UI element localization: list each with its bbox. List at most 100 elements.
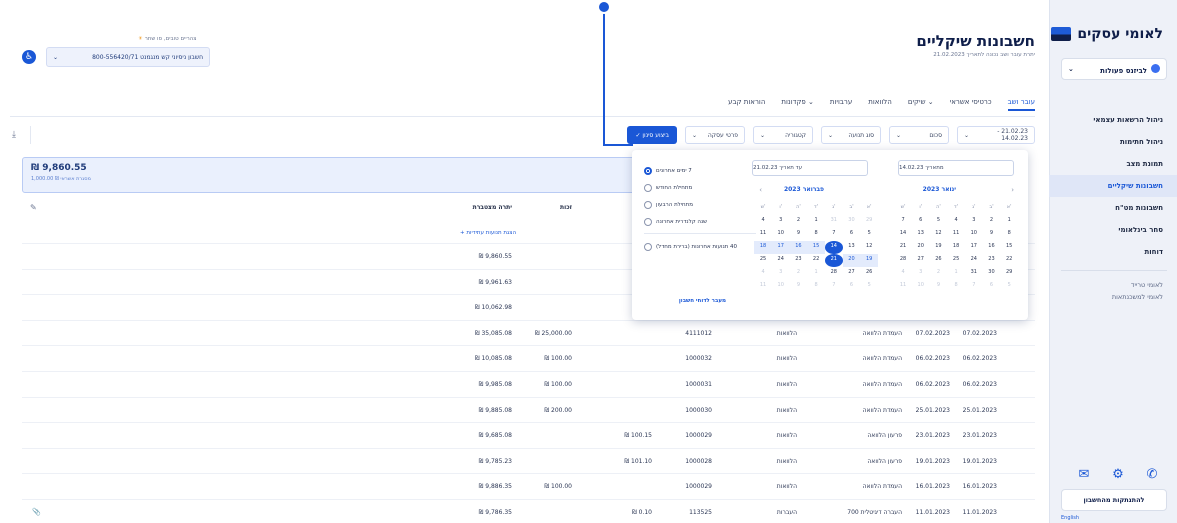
- calendar-day[interactable]: 15: [1000, 241, 1018, 254]
- table-row[interactable]: ₪ 9,885.08 ₪ 200.00 1000030 הלוואות העמדת הל…: [22, 396, 1035, 423]
- calendar-day[interactable]: 8: [807, 280, 825, 293]
- calendar-day[interactable]: 1: [807, 267, 825, 280]
- table-row[interactable]: ₪ 35,085.08 ₪ 25,000.00 4111012 הלוואות העמד…: [22, 319, 1035, 346]
- calendar-day[interactable]: 19: [860, 254, 878, 267]
- account-select[interactable]: חשבון ניסיוני קש מנגמנט 800-556420/71 ⌄: [46, 47, 210, 67]
- sidebar-item-permissions[interactable]: ניהול הרשאות עצמאי: [1049, 109, 1177, 131]
- calendar-day[interactable]: 4: [947, 215, 965, 228]
- calendar-day[interactable]: 1: [1000, 215, 1018, 228]
- to-date-input[interactable]: עד תאריך 21.02.23: [752, 160, 868, 176]
- attachment-icon[interactable]: 📎: [32, 508, 41, 516]
- calendar-day[interactable]: 2: [930, 267, 948, 280]
- calendar-day[interactable]: 2: [790, 267, 808, 280]
- calendar-day[interactable]: 3: [772, 215, 790, 228]
- calendar-day[interactable]: 22: [807, 254, 825, 267]
- tab-standing-orders[interactable]: הוראות קבע: [728, 98, 765, 111]
- tab-guarantees[interactable]: ערבויות: [830, 98, 852, 111]
- option-last-40[interactable]: 40 תנועות אחרונות (ברירת מחדל): [644, 237, 756, 257]
- calendar-day[interactable]: 7: [825, 280, 843, 293]
- calendar-day[interactable]: 9: [790, 228, 808, 241]
- download-icon[interactable]: ⤓: [12, 130, 16, 140]
- calendar-day[interactable]: 11: [754, 280, 772, 293]
- calendar-day[interactable]: 17: [965, 241, 983, 254]
- sidebar-item-reports[interactable]: דוחות: [1049, 241, 1177, 263]
- calendar-day[interactable]: 5: [860, 228, 878, 241]
- calendar-day[interactable]: 20: [842, 254, 861, 267]
- calendar-day[interactable]: 8: [1000, 228, 1018, 241]
- calendar-day[interactable]: 9: [983, 228, 1001, 241]
- details-filter[interactable]: פרטי עסקה ⌄: [685, 126, 745, 144]
- calendar-day[interactable]: 7: [894, 215, 912, 228]
- calendar-day[interactable]: 29: [1000, 267, 1018, 280]
- sidebar-link-trade[interactable]: לאומי טרייד: [1131, 281, 1163, 289]
- table-row[interactable]: ₪ 9,786.35 ₪ 0.10 113525 העברות העברה דיגיטל…: [22, 499, 1035, 523]
- calendar-day[interactable]: 14: [824, 241, 843, 254]
- calendar-day[interactable]: 21: [824, 254, 843, 267]
- calendar-day[interactable]: 28: [894, 254, 912, 267]
- tab-checking[interactable]: עובר ושב: [1007, 98, 1035, 111]
- calendar-day[interactable]: 13: [843, 241, 861, 254]
- tab-checks[interactable]: שיקים ⌄: [908, 98, 934, 111]
- calendar-day[interactable]: 31: [965, 267, 983, 280]
- option-quarter-start[interactable]: מתחילת הרבעון: [644, 196, 756, 213]
- tab-deposits[interactable]: פקדונות ⌄: [781, 98, 813, 111]
- calendar-day[interactable]: 23: [983, 254, 1001, 267]
- calendar-day[interactable]: 7: [965, 280, 983, 293]
- calendar-day[interactable]: 26: [930, 254, 948, 267]
- calendar-day[interactable]: 27: [912, 254, 930, 267]
- calendar-day[interactable]: 9: [790, 280, 808, 293]
- calendar-day[interactable]: 11: [947, 228, 965, 241]
- show-future-button[interactable]: + הצגת תנועות עתידיות: [460, 230, 516, 236]
- calendar-day[interactable]: 1: [947, 267, 965, 280]
- prev-month-icon[interactable]: ‹: [759, 186, 762, 194]
- tab-credit-cards[interactable]: כרטיסי אשראי: [950, 98, 992, 111]
- calendar-day[interactable]: 2: [790, 215, 808, 228]
- sidebar-item-snapshot[interactable]: תמונת מצב: [1049, 153, 1177, 175]
- calendar-day[interactable]: 27: [843, 267, 861, 280]
- calendar-day[interactable]: 3: [912, 267, 930, 280]
- calendar-day[interactable]: 18: [947, 241, 965, 254]
- calendar-day[interactable]: 18: [754, 241, 772, 254]
- date-range-filter[interactable]: 21.02.23 - 14.02.23 ⌄: [957, 126, 1035, 144]
- logo[interactable]: לאומי עסקים: [1051, 26, 1163, 42]
- calendar-day[interactable]: 6: [843, 280, 861, 293]
- calendar-day[interactable]: 30: [983, 267, 1001, 280]
- next-month-icon[interactable]: ›: [1011, 186, 1014, 194]
- sidebar-link-mortgage[interactable]: לאומי למשכנתאות: [1112, 293, 1163, 301]
- sidebar-item-fx-accounts[interactable]: חשבונות מט"ח: [1049, 197, 1177, 219]
- calendar-day[interactable]: 10: [772, 228, 790, 241]
- gear-icon[interactable]: ⚙: [1111, 468, 1125, 482]
- calendar-day[interactable]: 13: [912, 228, 930, 241]
- calendar-day[interactable]: 10: [912, 280, 930, 293]
- calendar-day[interactable]: 31: [825, 215, 843, 228]
- table-row[interactable]: ₪ 9,985.08 ₪ 100.00 1000031 הלוואות העמדת הל…: [22, 371, 1035, 397]
- calendar-day[interactable]: 30: [843, 215, 861, 228]
- calendar-day[interactable]: 8: [807, 228, 825, 241]
- amount-filter[interactable]: סכום ⌄: [889, 126, 949, 144]
- category-filter[interactable]: קטגוריה ⌄: [753, 126, 813, 144]
- calendar-day[interactable]: 10: [772, 280, 790, 293]
- calendar-day[interactable]: 20: [912, 241, 930, 254]
- calendar-day[interactable]: 4: [754, 267, 772, 280]
- calendar-day[interactable]: 6: [983, 280, 1001, 293]
- mail-icon[interactable]: ✉: [1077, 468, 1091, 482]
- calendar-day[interactable]: 3: [965, 215, 983, 228]
- from-date-input[interactable]: מתאריך 14.02.23: [898, 160, 1014, 176]
- apply-filter-button[interactable]: ביצוע סינון ✓: [627, 126, 677, 144]
- table-row[interactable]: ₪ 9,886.35 ₪ 100.00 1000029 הלוואות העמדת הל…: [22, 473, 1035, 499]
- sidebar-item-signatures[interactable]: ניהול חתימות: [1049, 131, 1177, 153]
- option-last-year[interactable]: שנה קלנדרית אחרונה: [644, 213, 756, 230]
- language-link[interactable]: English: [1061, 515, 1167, 521]
- calendar-day[interactable]: 16: [983, 241, 1001, 254]
- option-month-start[interactable]: מתחילת החודש: [644, 179, 756, 196]
- calendar-day[interactable]: 5: [1000, 280, 1018, 293]
- calendar-day[interactable]: 7: [825, 228, 843, 241]
- account-reports-link[interactable]: מעבר לדוחי חשבון: [679, 298, 726, 304]
- option-last-7-days[interactable]: 7 ימים אחרונים: [644, 162, 756, 179]
- calendar-day[interactable]: 4: [754, 215, 772, 228]
- calendar-day[interactable]: 26: [860, 267, 878, 280]
- calendar-day[interactable]: 6: [912, 215, 930, 228]
- calendar-day[interactable]: 17: [771, 241, 790, 254]
- calendar-day[interactable]: 5: [930, 215, 948, 228]
- calendar-day[interactable]: 3: [772, 267, 790, 280]
